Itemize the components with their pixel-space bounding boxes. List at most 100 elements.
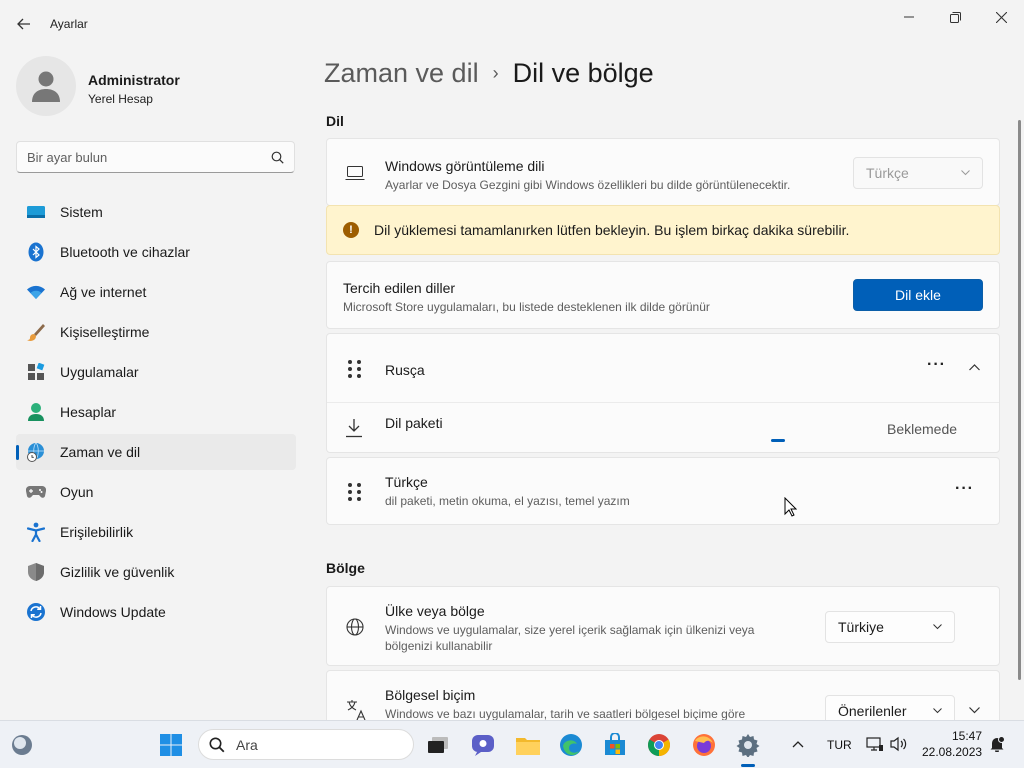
sidebar-item-label: Uygulamalar bbox=[60, 364, 139, 380]
regional-format-value: Önerilenler bbox=[838, 703, 907, 719]
chevron-up-icon[interactable] bbox=[969, 364, 980, 371]
firefox-icon bbox=[693, 734, 715, 756]
preferred-languages-title: Tercih edilen diller bbox=[343, 280, 456, 296]
store-icon bbox=[605, 733, 625, 755]
settings-search-box[interactable] bbox=[16, 141, 295, 173]
sidebar-item-label: Zaman ve dil bbox=[60, 444, 141, 460]
add-language-button[interactable]: Dil ekle bbox=[853, 279, 983, 311]
network-icon[interactable] bbox=[866, 736, 884, 752]
sidebar-item-personalization[interactable]: Kişiselleştirme bbox=[16, 314, 296, 350]
chevron-down-icon bbox=[933, 624, 942, 630]
breadcrumb-separator: › bbox=[492, 63, 499, 83]
sidebar-item-bluetooth[interactable]: Bluetooth ve cihazlar bbox=[16, 234, 296, 270]
user-profile[interactable]: Administrator Yerel Hesap bbox=[16, 56, 286, 120]
sidebar-item-gaming[interactable]: Oyun bbox=[16, 474, 296, 510]
bluetooth-icon bbox=[26, 242, 46, 262]
sidebar-item-label: Bluetooth ve cihazlar bbox=[60, 244, 190, 260]
expand-chevron-icon[interactable] bbox=[969, 707, 980, 714]
search-icon bbox=[209, 737, 225, 752]
display-language-card: Windows görüntüleme dili Ayarlar ve Dosy… bbox=[326, 138, 1000, 206]
chat-button[interactable] bbox=[469, 731, 497, 759]
drag-handle-icon[interactable] bbox=[348, 360, 362, 378]
more-options-button[interactable]: ··· bbox=[955, 480, 974, 498]
volume-icon[interactable] bbox=[890, 736, 908, 752]
firefox-button[interactable] bbox=[690, 731, 718, 759]
arrow-left-icon bbox=[17, 18, 30, 30]
person-avatar-icon bbox=[32, 71, 60, 102]
store-button[interactable] bbox=[601, 731, 629, 759]
breadcrumb-parent-link[interactable]: Zaman ve dil bbox=[324, 58, 479, 89]
close-button[interactable] bbox=[978, 6, 1024, 28]
taskbar-search-box[interactable]: Ara bbox=[198, 729, 414, 760]
sidebar-item-apps[interactable]: Uygulamalar bbox=[16, 354, 296, 390]
sidebar-item-label: Gizlilik ve güvenlik bbox=[60, 564, 175, 580]
minimize-icon bbox=[904, 16, 914, 18]
language-features: dil paketi, metin okuma, el yazısı, teme… bbox=[385, 494, 630, 508]
sidebar-item-windows-update[interactable]: Windows Update bbox=[16, 594, 296, 630]
warning-message: Dil yüklemesi tamamlanırken lütfen bekle… bbox=[374, 222, 850, 238]
windows-logo-icon bbox=[160, 734, 182, 756]
preferred-languages-card: Tercih edilen diller Microsoft Store uyg… bbox=[326, 261, 1000, 329]
sidebar-item-accounts[interactable]: Hesaplar bbox=[16, 394, 296, 430]
clock-time[interactable]: 15:47 bbox=[950, 729, 982, 743]
chrome-button[interactable] bbox=[645, 731, 673, 759]
language-name: Rusça bbox=[385, 362, 425, 378]
language-item-russian: Rusça ··· Dil paketi Beklemede bbox=[326, 333, 1000, 453]
settings-search-input[interactable] bbox=[27, 149, 247, 165]
country-dropdown[interactable]: Türkiye bbox=[825, 611, 955, 643]
language-name: Türkçe bbox=[385, 474, 428, 490]
restore-icon bbox=[949, 11, 961, 23]
title-bar: Ayarlar bbox=[0, 0, 1024, 48]
globe-clock-icon bbox=[26, 442, 46, 462]
input-language-indicator[interactable]: TUR bbox=[827, 738, 852, 752]
divider bbox=[327, 402, 999, 403]
section-heading-region: Bölge bbox=[326, 560, 365, 576]
country-title: Ülke veya bölge bbox=[385, 603, 485, 619]
regional-format-icon bbox=[347, 700, 366, 721]
download-icon bbox=[346, 419, 362, 438]
maximize-button[interactable] bbox=[932, 6, 978, 28]
start-button[interactable] bbox=[157, 731, 185, 759]
sidebar-item-privacy[interactable]: Gizlilik ve güvenlik bbox=[16, 554, 296, 590]
back-button[interactable] bbox=[14, 14, 34, 34]
sidebar-item-label: Hesaplar bbox=[60, 404, 117, 420]
sidebar-item-time-language[interactable]: Zaman ve dil bbox=[16, 434, 296, 470]
drag-handle-icon[interactable] bbox=[348, 483, 362, 501]
sidebar-item-accessibility[interactable]: Erişilebilirlik bbox=[16, 514, 296, 550]
weather-widget-icon bbox=[12, 735, 32, 755]
edge-button[interactable] bbox=[557, 731, 585, 759]
system-icon bbox=[26, 202, 46, 222]
chrome-icon bbox=[648, 734, 670, 756]
globe-icon bbox=[346, 618, 364, 636]
country-subtitle: Windows ve uygulamalar, size yerel içeri… bbox=[385, 623, 755, 653]
minimize-button[interactable] bbox=[886, 6, 932, 28]
sidebar-item-sistem[interactable]: Sistem bbox=[16, 194, 296, 230]
file-explorer-button[interactable] bbox=[514, 731, 542, 759]
chat-icon bbox=[472, 735, 494, 756]
account-type: Yerel Hesap bbox=[88, 92, 153, 106]
sidebar-item-network[interactable]: Ağ ve internet bbox=[16, 274, 296, 310]
chevron-up-icon[interactable] bbox=[792, 740, 804, 748]
country-region-card: Ülke veya bölge Windows ve uygulamalar, … bbox=[326, 586, 1000, 666]
display-language-dropdown[interactable]: Türkçe bbox=[853, 157, 983, 189]
user-name: Administrator bbox=[88, 72, 180, 88]
notification-icon[interactable] bbox=[989, 736, 1005, 752]
more-options-button[interactable]: ··· bbox=[927, 356, 946, 374]
edge-icon bbox=[560, 734, 582, 756]
task-view-button[interactable] bbox=[424, 731, 452, 759]
active-app-indicator bbox=[741, 764, 755, 767]
page-title: Dil ve bölge bbox=[512, 58, 654, 88]
update-icon bbox=[26, 602, 46, 622]
search-icon bbox=[271, 151, 284, 164]
sidebar-item-label: Kişiselleştirme bbox=[60, 324, 150, 340]
sidebar-item-label: Oyun bbox=[60, 484, 94, 500]
sidebar-item-label: Ağ ve internet bbox=[60, 284, 147, 300]
scrollbar[interactable] bbox=[1018, 120, 1021, 680]
widgets-button[interactable] bbox=[8, 731, 36, 759]
regional-format-title: Bölgesel biçim bbox=[385, 687, 476, 703]
laptop-icon bbox=[345, 166, 365, 180]
settings-taskbar-button[interactable] bbox=[734, 731, 762, 759]
app-title: Ayarlar bbox=[50, 17, 88, 31]
taskbar-search-placeholder: Ara bbox=[236, 736, 258, 753]
clock-date[interactable]: 22.08.2023 bbox=[922, 745, 982, 759]
